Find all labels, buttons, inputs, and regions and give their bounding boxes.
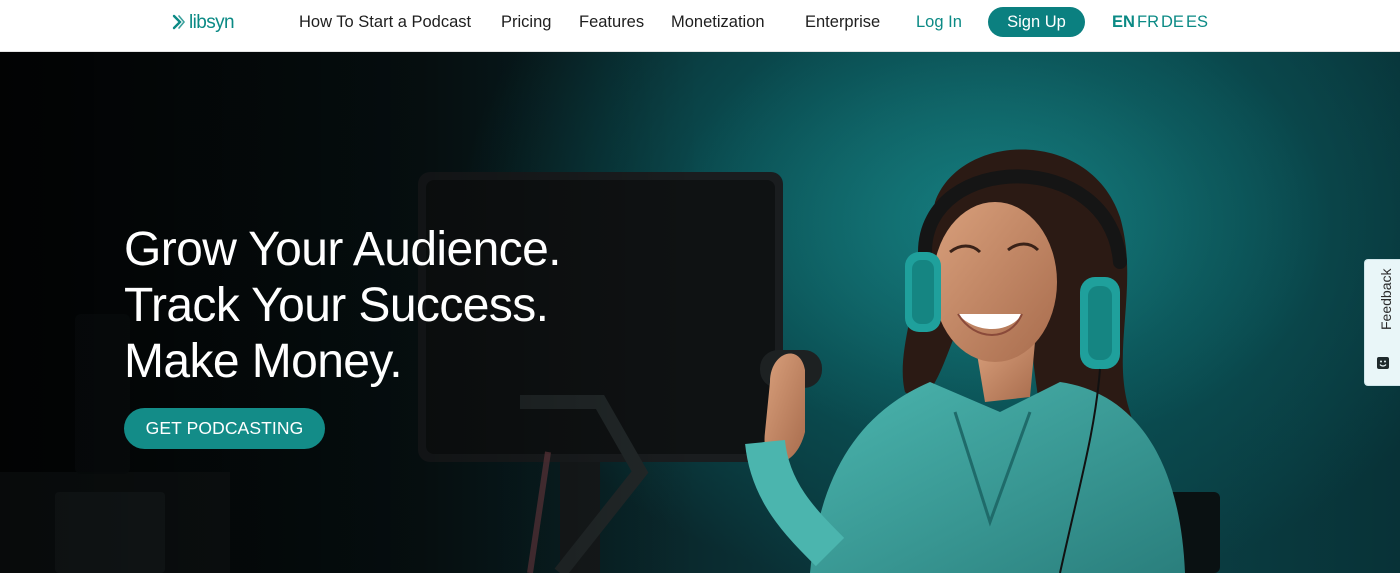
- nav-monetization[interactable]: Monetization: [671, 12, 765, 32]
- language-fr[interactable]: FR: [1137, 12, 1159, 32]
- nav-pricing[interactable]: Pricing: [501, 12, 551, 32]
- hero-banner: Grow Your Audience. Track Your Success. …: [0, 52, 1400, 573]
- login-link[interactable]: Log In: [916, 12, 962, 32]
- sign-up-button[interactable]: Sign Up: [988, 7, 1085, 37]
- feedback-tab[interactable]: Feedback: [1364, 259, 1400, 386]
- libsyn-mark-icon: [172, 14, 186, 30]
- nav-features[interactable]: Features: [579, 12, 644, 32]
- hero-headline: Grow Your Audience. Track Your Success. …: [124, 222, 644, 390]
- language-en[interactable]: EN: [1112, 12, 1135, 32]
- headline-line-2: Track Your Success.: [124, 279, 549, 332]
- nav-enterprise[interactable]: Enterprise: [805, 12, 880, 32]
- get-podcasting-button[interactable]: GET PODCASTING: [124, 408, 325, 449]
- headline-line-3: Make Money.: [124, 335, 403, 388]
- language-es[interactable]: ES: [1186, 12, 1208, 32]
- nav-how-to-start-a-podcast[interactable]: How To Start a Podcast: [299, 12, 471, 32]
- libsyn-logo[interactable]: libsyn: [172, 10, 235, 34]
- language-de[interactable]: DE: [1161, 12, 1184, 32]
- brand-name: libsyn: [189, 11, 235, 33]
- top-navigation-bar: libsyn How To Start a Podcast Pricing Fe…: [0, 0, 1400, 52]
- feedback-smile-icon: [1377, 357, 1389, 369]
- feedback-label: Feedback: [1378, 268, 1394, 330]
- headline-line-1: Grow Your Audience.: [124, 223, 562, 276]
